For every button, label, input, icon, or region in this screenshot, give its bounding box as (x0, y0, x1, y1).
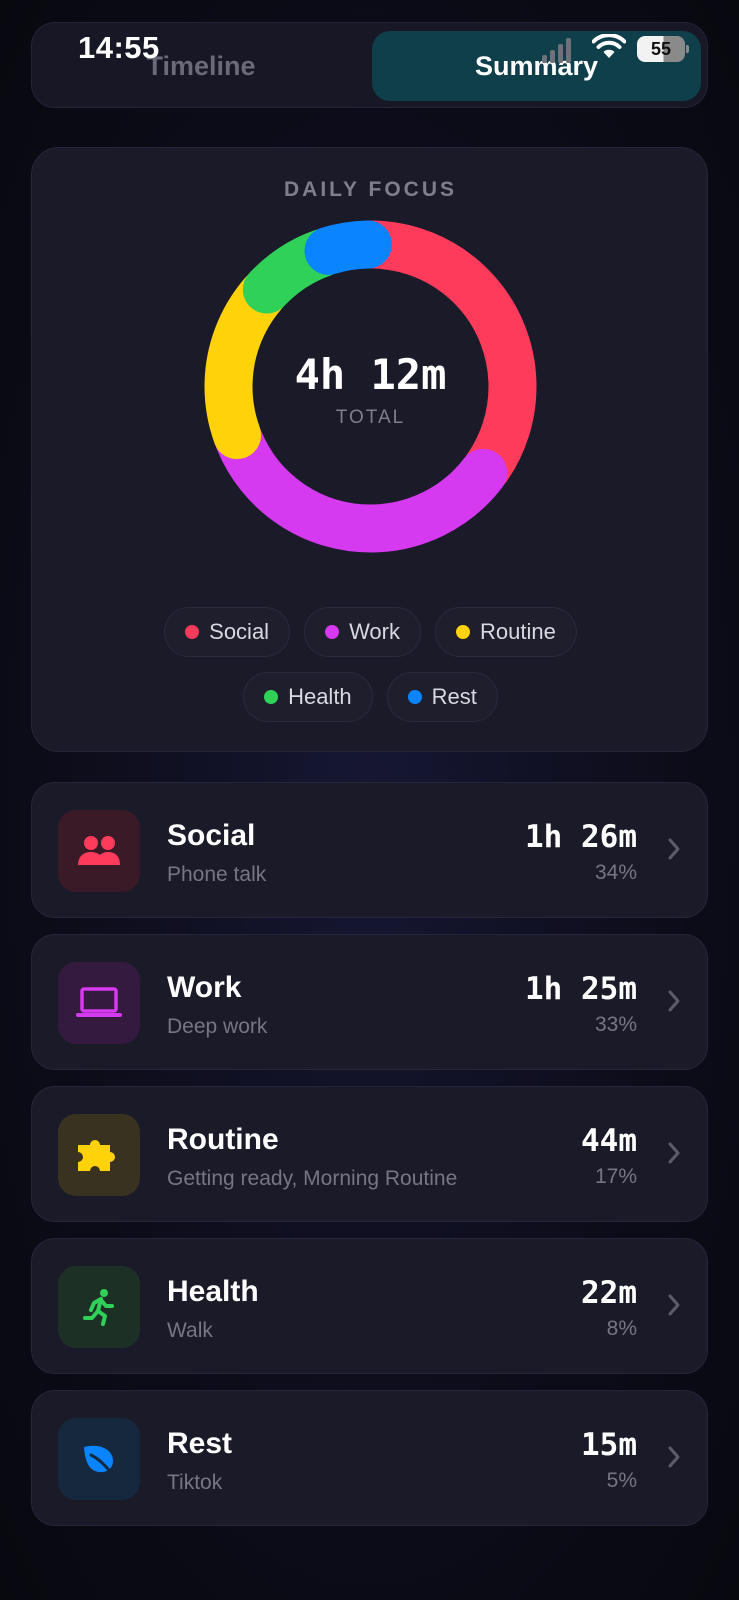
category-icon-tile (58, 1266, 140, 1348)
category-percent: 17% (594, 1165, 637, 1188)
legend-row: Social Work Routine (32, 607, 709, 657)
category-percent: 34% (594, 861, 637, 884)
category-name: Rest (167, 1427, 233, 1460)
category-icon-tile (58, 810, 140, 892)
category-name: Routine (167, 1123, 279, 1156)
category-subtitle: Getting ready, Morning Routine (167, 1167, 458, 1190)
category-percent: 33% (594, 1013, 637, 1036)
battery-level: 55 (637, 36, 685, 62)
legend-chip-rest[interactable]: Rest (386, 672, 498, 722)
chevron-right-icon (668, 1142, 680, 1164)
category-icon-tile (58, 962, 140, 1044)
category-time: 1h 26m (525, 819, 637, 855)
category-card-rest[interactable]: Rest Tiktok 15m 5% (31, 1390, 708, 1526)
legend-label: Routine (480, 619, 556, 644)
chevron-right-icon (668, 990, 680, 1012)
legend-label: Work (349, 619, 400, 644)
category-name: Social (167, 819, 256, 852)
category-time: 22m (581, 1275, 637, 1311)
legend-dot (325, 625, 340, 639)
category-percent: 8% (606, 1317, 637, 1340)
category-icon-tile (58, 1114, 140, 1196)
category-card-health[interactable]: Health Walk 22m 8% (31, 1238, 708, 1374)
category-time: 44m (581, 1123, 637, 1159)
category-name: Work (167, 971, 242, 1004)
legend-chip-work[interactable]: Work (304, 607, 421, 657)
chevron-right-icon (668, 1446, 680, 1468)
legend-dot (456, 625, 470, 639)
legend-label: Social (209, 619, 270, 644)
category-time: 1h 25m (525, 971, 637, 1007)
legend-dot (185, 625, 200, 639)
category-card-work[interactable]: Work Deep work 1h 25m 33% (31, 934, 708, 1070)
category-subtitle: Deep work (167, 1015, 268, 1038)
category-percent: 5% (606, 1469, 637, 1492)
legend-label: Health (288, 684, 352, 709)
category-subtitle: Phone talk (167, 863, 267, 886)
battery-icon: 55 (637, 36, 689, 62)
chevron-right-icon (668, 1294, 680, 1316)
legend-label: Rest (431, 684, 477, 709)
donut-center: 4h 12m TOTAL (198, 214, 543, 559)
legend-chip-social[interactable]: Social (164, 607, 291, 657)
daily-focus-card: DAILY FOCUS 4h 12m TOTAL Social Work Rou… (31, 147, 708, 752)
wifi-icon (592, 34, 626, 58)
legend-dot (407, 690, 422, 704)
status-bar: 14:55 55 (0, 0, 739, 90)
cellular-signal-icon (542, 38, 571, 63)
status-time: 14:55 (78, 30, 160, 65)
category-name: Health (167, 1275, 259, 1308)
legend-chip-health[interactable]: Health (243, 672, 373, 722)
total-label: TOTAL (335, 407, 406, 428)
category-card-social[interactable]: Social Phone talk 1h 26m 34% (31, 782, 708, 918)
runner-icon (83, 1289, 114, 1326)
legend-dot (264, 690, 279, 704)
legend-row: Health Rest (32, 672, 709, 722)
category-subtitle: Walk (167, 1319, 213, 1342)
category-card-routine[interactable]: Routine Getting ready, Morning Routine 4… (31, 1086, 708, 1222)
total-time-value: 4h 12m (294, 350, 447, 399)
laptop-icon (76, 987, 122, 1017)
chevron-right-icon (668, 838, 680, 860)
category-icon-tile (58, 1418, 140, 1500)
puzzle-icon (78, 1140, 115, 1171)
category-time: 15m (581, 1427, 637, 1463)
daily-focus-title: DAILY FOCUS (283, 178, 458, 201)
leaf-icon (84, 1445, 115, 1477)
people-icon (78, 836, 120, 865)
category-subtitle: Tiktok (167, 1471, 223, 1494)
legend-chip-routine[interactable]: Routine (435, 607, 577, 657)
